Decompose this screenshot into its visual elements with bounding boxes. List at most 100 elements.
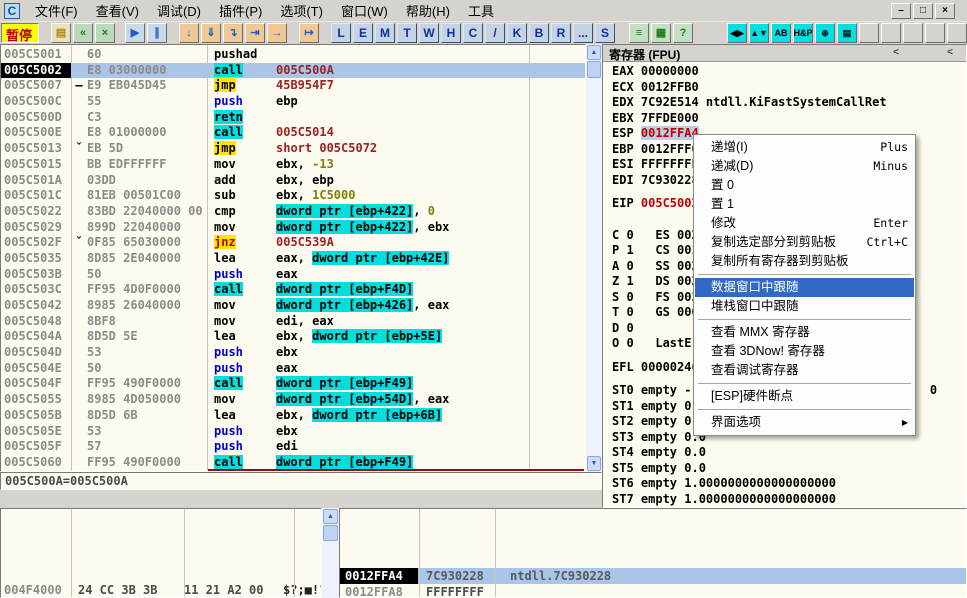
register-row[interactable]: EDX 7C92E514 ntdll.KiFastSystemCallRet xyxy=(612,95,966,111)
disasm-row[interactable]: 005C5007– E9 EB045D45 jmp 45B954F7 xyxy=(1,78,585,94)
animate-into-button[interactable]: ↴ xyxy=(223,23,243,43)
help-button[interactable]: ? xyxy=(673,23,693,43)
disasm-row[interactable]: 005C502F ˇ 0F85 65030000 jnz 005C539A xyxy=(1,235,585,251)
patches-window-button[interactable]: / xyxy=(485,23,505,43)
context-menu-item[interactable]: 查看调试寄存器 xyxy=(695,361,914,380)
windows-window-button[interactable]: W xyxy=(419,23,439,43)
disasm-row[interactable]: 005C505F 57 push edi xyxy=(1,439,585,455)
disasm-row[interactable]: 005C5055 8985 4D050000 mov dword ptr [ebp+5… xyxy=(1,392,585,408)
collapse-left-icon[interactable]: < xyxy=(888,47,904,60)
close-button[interactable]: × xyxy=(935,2,955,19)
menu-item[interactable]: 文件(F) xyxy=(26,0,87,22)
disasm-row[interactable]: 005C505B 8D5D 6B lea ebx, dword ptr [ebp+6B… xyxy=(1,407,585,424)
disasm-row[interactable]: 005C5015 BB EDFFFFFF mov ebx, -13 xyxy=(1,157,585,173)
blank-button[interactable] xyxy=(903,23,923,43)
menu-item[interactable]: 工具 xyxy=(459,0,503,22)
disasm-row[interactable]: 005C504E 50 push eax xyxy=(1,361,585,377)
context-menu-item[interactable]: 复制所有寄存器到剪贴板 xyxy=(695,252,914,271)
context-menu-item[interactable]: 置 0 xyxy=(695,176,914,195)
scroll-down-icon[interactable]: ▼ xyxy=(587,456,601,471)
menu-item[interactable]: 查看(V) xyxy=(87,0,148,22)
menu-item[interactable]: 调试(D) xyxy=(148,0,210,22)
context-menu-item[interactable]: [ESP]硬件断点 xyxy=(695,387,914,406)
disasm-row[interactable]: 005C5048 8BF8 mov edi, eax xyxy=(1,314,585,330)
context-menu-item[interactable]: 堆栈窗口中跟随 xyxy=(695,297,914,316)
scroll-up-icon[interactable]: ▲ xyxy=(323,509,338,524)
context-menu-item[interactable]: 查看 MMX 寄存器 xyxy=(695,323,914,342)
context-menu-item[interactable]: 复制选定部分到剪贴板 Ctrl+C xyxy=(695,233,914,252)
source-window-button[interactable]: S xyxy=(595,23,615,43)
disasm-row[interactable]: 005C5029 899D 22040000 mov dword ptr [ebp+4… xyxy=(1,219,585,236)
disasm-row[interactable]: 005C5002 E8 03000000 call 005C500A xyxy=(1,62,585,79)
collapse-right-icon[interactable]: < xyxy=(942,47,958,60)
restart-button[interactable]: « xyxy=(73,23,93,43)
hgp-button[interactable]: H&P xyxy=(793,23,813,43)
crosshair-button[interactable]: ⊕ xyxy=(815,23,835,43)
close-process-button[interactable]: × xyxy=(95,23,115,43)
fpu-register-row[interactable]: ST6 empty 1.0000000000000000000 xyxy=(612,476,966,492)
disasm-row[interactable]: 005C504D 53 push ebx xyxy=(1,345,585,361)
context-menu-item[interactable]: 查看 3DNow! 寄存器 xyxy=(695,342,914,361)
disasm-row[interactable]: 005C5013 ˇ EB 5D jmp short 005C5072 xyxy=(1,141,585,157)
disasm-row[interactable]: 005C504F FF95 490F0000 call dword ptr [ebp+… xyxy=(1,376,585,392)
register-row[interactable]: ECX 0012FFB0 xyxy=(612,80,966,96)
call-stack-window-button[interactable]: K xyxy=(507,23,527,43)
restore-button[interactable]: □ xyxy=(913,2,933,19)
disasm-row[interactable]: 005C501A 03DD add ebx, ebp xyxy=(1,173,585,189)
disasm-row[interactable]: 005C503B 50 push eax xyxy=(1,267,585,283)
disasm-row[interactable]: 005C505E 53 push ebx xyxy=(1,424,585,440)
disasm-row[interactable]: 005C500E E8 01000000 call 005C5014 xyxy=(1,125,585,141)
animate-over-button[interactable]: ⇥ xyxy=(245,23,265,43)
hex-dump-scrollbar[interactable]: ▲ xyxy=(322,508,339,598)
blank-button[interactable] xyxy=(947,23,967,43)
run-button[interactable]: ▶ xyxy=(125,23,145,43)
references-window-button[interactable]: R xyxy=(551,23,571,43)
disasm-row[interactable]: 005C5022 83BD 22040000 00 cmp dword ptr [eb… xyxy=(1,203,585,220)
open-file-button[interactable]: ▤ xyxy=(51,23,71,43)
context-menu-item[interactable]: 界面选项 ▶ xyxy=(695,413,914,432)
stack-panel[interactable]: 0012FFA4 7C930228 ntdll.7C930228 0012FFA8 FF… xyxy=(339,508,967,598)
blank-button[interactable] xyxy=(859,23,879,43)
context-menu-item[interactable]: 修改 Enter xyxy=(695,214,914,233)
split-vertical-button[interactable]: ▲▼ xyxy=(749,23,769,43)
register-row[interactable]: EBX 7FFDE000 xyxy=(612,111,966,127)
fpu-register-row[interactable]: ST4 empty 0.0 xyxy=(612,445,966,461)
minimize-button[interactable]: – xyxy=(891,2,911,19)
step-over-button[interactable]: ⇓ xyxy=(201,23,221,43)
log-window-button[interactable]: L xyxy=(331,23,351,43)
disassembly-panel[interactable]: 005C5001 60 pushad 005C5002 E8 03000000 call 0… xyxy=(0,44,586,472)
menu-item[interactable]: 窗口(W) xyxy=(332,0,397,22)
disasm-row[interactable]: 005C500D C3 retn xyxy=(1,109,585,126)
menu-item[interactable]: 选项(T) xyxy=(271,0,332,22)
hex-dump-panel[interactable]: 004F4000 24 CC 3B 3B 11 21 A2 00 $?;■!?004F… xyxy=(0,508,322,598)
handles-window-button[interactable]: H xyxy=(441,23,461,43)
disasm-row[interactable]: 005C500C 55 push ebp xyxy=(1,94,585,110)
lines-button[interactable]: ▤ xyxy=(837,23,857,43)
context-menu-item[interactable]: 递增(I) Plus xyxy=(695,138,914,157)
fpu-register-row[interactable]: ST7 empty 1.0000000000000000000 xyxy=(612,492,966,508)
disasm-row[interactable]: 005C503C FF95 4D0F0000 call dword ptr [ebp+… xyxy=(1,282,585,298)
memory-window-button[interactable]: M xyxy=(375,23,395,43)
threads-window-button[interactable]: T xyxy=(397,23,417,43)
disasm-row[interactable]: 005C501C 81EB 00501C00 sub ebx, 1C5000 xyxy=(1,188,585,204)
stack-row[interactable]: 0012FFA8 FFFFFFFF xyxy=(340,584,966,597)
breakpoints-window-button[interactable]: B xyxy=(529,23,549,43)
blank-button[interactable] xyxy=(881,23,901,43)
disassembly-scrollbar[interactable]: ▲ ▼ xyxy=(586,44,602,472)
execute-till-return-button[interactable]: ↦ xyxy=(299,23,319,43)
scroll-thumb[interactable] xyxy=(587,61,601,78)
scroll-up-icon[interactable]: ▲ xyxy=(587,45,601,60)
menu-item[interactable]: 帮助(H) xyxy=(397,0,459,22)
cpu-window-button[interactable]: C xyxy=(463,23,483,43)
context-menu-item[interactable]: 递减(D) Minus xyxy=(695,157,914,176)
split-horizontal-button[interactable]: ◀▶ xyxy=(727,23,747,43)
appearance-button[interactable]: ▦ xyxy=(651,23,671,43)
disasm-row[interactable]: 005C504A 8D5D 5E lea ebx, dword ptr [ebp+5E… xyxy=(1,329,585,345)
menu-item[interactable]: 插件(P) xyxy=(210,0,271,22)
ab-button[interactable]: AB xyxy=(771,23,791,43)
step-into-button[interactable]: ↓ xyxy=(179,23,199,43)
fpu-register-row[interactable]: ST5 empty 0.0 xyxy=(612,461,966,477)
context-menu-item[interactable]: 数据窗口中跟随 xyxy=(695,278,914,297)
executables-window-button[interactable]: E xyxy=(353,23,373,43)
blank-button[interactable] xyxy=(925,23,945,43)
